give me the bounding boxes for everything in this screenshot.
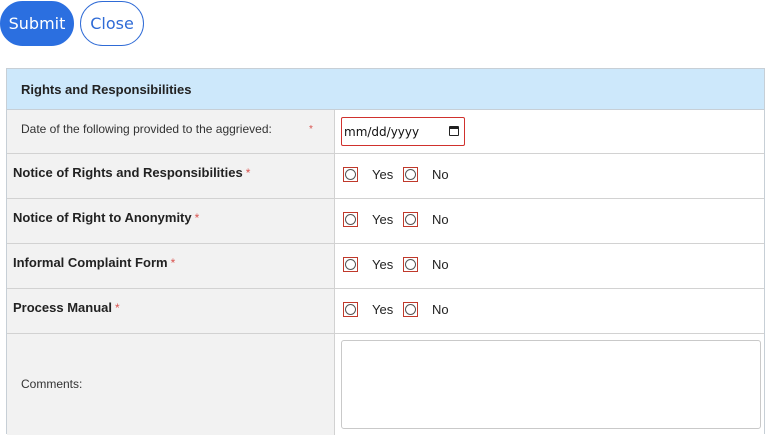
date-label-cell: Date of the following provided to the ag…: [7, 110, 335, 153]
yes-radio[interactable]: [343, 302, 358, 317]
question-label-cell: Notice of Right to Anonymity *: [7, 199, 335, 243]
question-value-cell: Yes No: [335, 154, 764, 198]
required-mark: *: [115, 301, 120, 315]
date-label: Date of the following provided to the ag…: [21, 122, 272, 136]
no-radio[interactable]: [403, 257, 418, 272]
question-row: Informal Complaint Form * Yes No: [7, 244, 764, 289]
question-label: Informal Complaint Form *: [13, 255, 176, 270]
yes-radio[interactable]: [343, 167, 358, 182]
yes-label: Yes: [372, 257, 394, 272]
required-mark: *: [194, 211, 200, 225]
question-label: Process Manual *: [13, 300, 120, 315]
question-row: Notice of Rights and Responsibilities * Y…: [7, 154, 764, 199]
comments-textarea[interactable]: [341, 340, 761, 429]
no-option[interactable]: No: [403, 257, 449, 272]
question-label-cell: Process Manual *: [7, 289, 335, 333]
question-row: Notice of Right to Anonymity * Yes No: [7, 199, 764, 244]
no-label: No: [432, 167, 449, 182]
rights-panel: Rights and Responsibilities Date of the …: [6, 68, 765, 435]
question-value-cell: Yes No: [335, 289, 764, 333]
no-option[interactable]: No: [403, 212, 449, 227]
no-radio[interactable]: [403, 302, 418, 317]
calendar-icon[interactable]: [449, 126, 459, 136]
question-value-cell: Yes No: [335, 199, 764, 243]
question-row: Process Manual * Yes No: [7, 289, 764, 334]
date-value-cell: mm/dd/yyyy: [335, 110, 764, 153]
required-mark: *: [309, 124, 313, 135]
no-radio[interactable]: [403, 167, 418, 182]
yes-label: Yes: [372, 302, 394, 317]
yes-option[interactable]: Yes: [343, 257, 393, 272]
comments-label-cell: Comments:: [7, 334, 335, 435]
yes-option[interactable]: Yes: [343, 302, 393, 317]
yes-radio[interactable]: [343, 257, 358, 272]
required-mark: *: [170, 256, 176, 270]
no-option[interactable]: No: [403, 167, 449, 182]
comments-label: Comments:: [21, 377, 83, 391]
required-mark: *: [245, 166, 251, 180]
no-label: No: [432, 257, 449, 272]
no-label: No: [432, 212, 449, 227]
yes-radio[interactable]: [343, 212, 358, 227]
no-option[interactable]: No: [403, 302, 449, 317]
date-input-value: mm/dd/yyyy: [344, 124, 420, 139]
question-label-cell: Informal Complaint Form *: [7, 244, 335, 288]
no-label: No: [432, 302, 449, 317]
question-value-cell: Yes No: [335, 244, 764, 288]
panel-header: Rights and Responsibilities: [7, 69, 764, 110]
question-label: Notice of Right to Anonymity *: [13, 210, 200, 225]
yes-label: Yes: [372, 167, 394, 182]
submit-button[interactable]: Submit: [0, 1, 74, 46]
date-row: Date of the following provided to the ag…: [7, 110, 764, 154]
date-input[interactable]: mm/dd/yyyy: [341, 117, 465, 146]
panel-title: Rights and Responsibilities: [21, 82, 192, 97]
question-label-cell: Notice of Rights and Responsibilities *: [7, 154, 335, 198]
question-label: Notice of Rights and Responsibilities *: [13, 165, 251, 180]
yes-option[interactable]: Yes: [343, 167, 393, 182]
yes-label: Yes: [372, 212, 394, 227]
no-radio[interactable]: [403, 212, 418, 227]
comments-value-cell: [335, 334, 764, 435]
close-button[interactable]: Close: [80, 1, 144, 46]
comments-row: Comments:: [7, 334, 764, 435]
yes-option[interactable]: Yes: [343, 212, 393, 227]
